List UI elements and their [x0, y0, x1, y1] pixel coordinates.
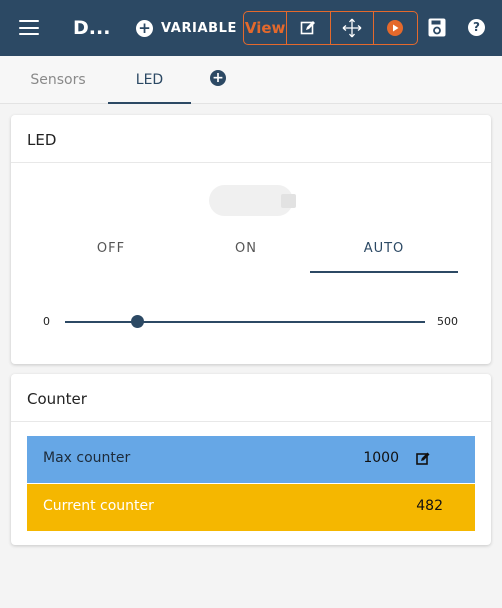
current-counter-value: 482 — [416, 498, 443, 514]
max-counter-value: 1000 — [363, 450, 399, 466]
save-icon[interactable] — [428, 18, 446, 37]
counter-card: Counter Max counter 1000 Current counter… — [11, 374, 491, 545]
mode-on-button[interactable]: ON — [181, 233, 311, 273]
tab-led-label: LED — [135, 72, 164, 88]
help-icon[interactable]: ? — [468, 19, 485, 36]
current-counter-row: Current counter 482 — [27, 484, 475, 531]
run-mode-button[interactable] — [374, 12, 417, 44]
current-counter-label: Current counter — [43, 498, 154, 514]
led-slider-thumb[interactable] — [130, 315, 144, 328]
tab-led[interactable]: LED — [108, 56, 191, 104]
move-mode-button[interactable] — [331, 12, 374, 44]
menu-icon[interactable] — [19, 20, 39, 35]
led-card: LED OFF ON AUTO 0 500 — [11, 115, 491, 364]
led-slider-track[interactable] — [65, 321, 425, 323]
tab-sensors[interactable]: Sensors — [8, 56, 108, 104]
move-arrows-icon — [342, 18, 362, 38]
add-variable-button[interactable]: + VARIABLE — [136, 18, 237, 38]
edit-mode-button[interactable] — [287, 12, 331, 44]
plus-circle-icon: + — [136, 19, 153, 37]
view-mode-button[interactable]: View — [244, 12, 288, 44]
mode-toolbar: View — [243, 11, 418, 45]
play-circle-icon — [387, 20, 404, 36]
slider-min-label: 0 — [43, 315, 50, 328]
mode-auto-button[interactable]: AUTO — [310, 233, 458, 273]
led-card-title: LED — [27, 131, 57, 149]
max-counter-label: Max counter — [43, 450, 131, 466]
divider — [11, 421, 491, 422]
toggle-knob — [281, 194, 296, 208]
edit-icon — [301, 21, 316, 35]
tab-bar: Sensors LED + — [0, 56, 502, 104]
top-bar: D... + VARIABLE View ? — [0, 0, 502, 56]
divider — [11, 162, 491, 163]
slider-max-label: 500 — [437, 315, 458, 328]
app-title: D... — [73, 17, 111, 39]
mode-off-button[interactable]: OFF — [46, 233, 176, 273]
edit-icon[interactable] — [416, 452, 430, 466]
counter-card-title: Counter — [27, 390, 87, 408]
add-variable-label: VARIABLE — [161, 20, 238, 36]
max-counter-row: Max counter 1000 — [27, 436, 475, 483]
add-tab-icon[interactable]: + — [210, 70, 226, 86]
active-tab-indicator — [108, 102, 191, 104]
